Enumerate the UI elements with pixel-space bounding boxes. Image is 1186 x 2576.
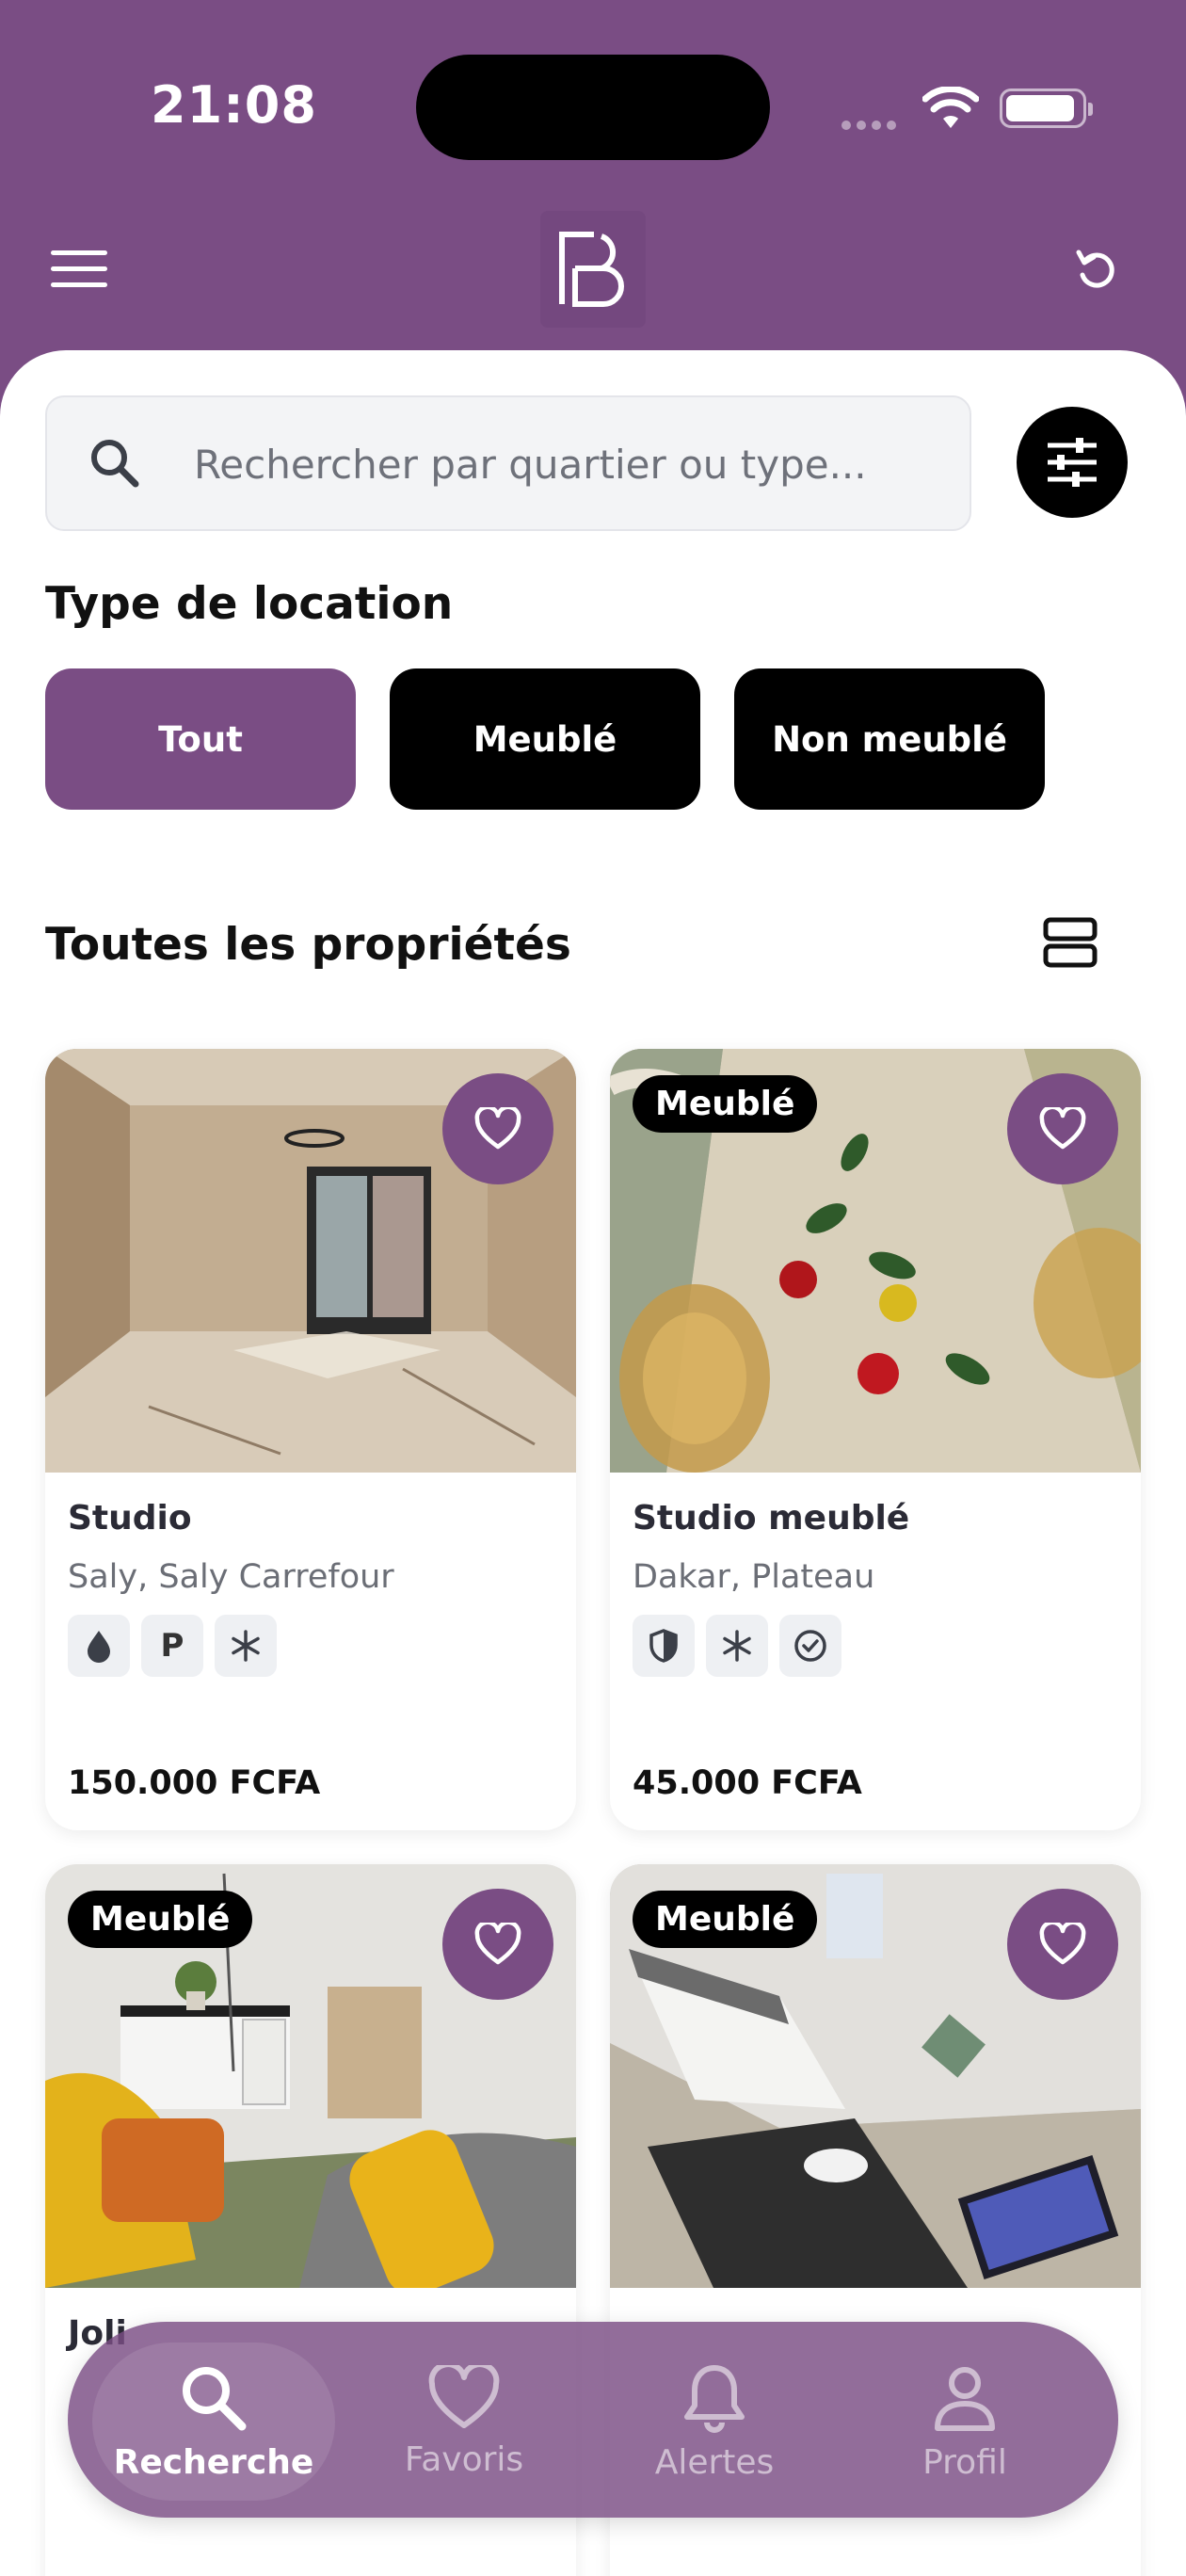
search-icon (87, 435, 143, 495)
list-view-icon (1043, 917, 1098, 968)
furnished-badge: Meublé (633, 1075, 818, 1133)
verified-check-icon (779, 1615, 841, 1677)
nav-alertes[interactable]: Alertes (593, 2343, 836, 2501)
amenities-list: P (68, 1615, 553, 1677)
water-drop-icon (68, 1615, 130, 1677)
property-card[interactable]: Meublé Studio meublé Dakar, Plateau 45.0… (610, 1049, 1141, 1830)
sliders-icon (1048, 438, 1097, 487)
favorite-button[interactable] (1007, 1073, 1118, 1184)
dynamic-island (416, 55, 770, 160)
property-photo: Meublé (610, 1049, 1141, 1473)
property-location: Dakar, Plateau (633, 1558, 875, 1596)
wifi-icon (922, 86, 980, 134)
security-shield-icon (633, 1615, 695, 1677)
parking-icon: P (141, 1615, 203, 1677)
furnished-badge: Meublé (68, 1891, 253, 1948)
logo-mark-icon (559, 232, 624, 307)
refresh-icon (1076, 250, 1114, 288)
bell-icon (684, 2364, 745, 2433)
content-sheet: Type de location Tout Meublé Non meublé … (0, 350, 1186, 2576)
amenities-list (633, 1615, 1118, 1677)
chip-meuble[interactable]: Meublé (390, 668, 700, 810)
search-input[interactable] (194, 431, 947, 497)
nav-label: Recherche (113, 2442, 314, 2482)
app-logo (540, 211, 646, 328)
nav-label: Profil (922, 2442, 1007, 2482)
search-icon (183, 2366, 247, 2430)
chip-tout[interactable]: Tout (45, 668, 356, 810)
property-photo: Meublé (610, 1864, 1141, 2288)
nav-favoris[interactable]: Favoris (343, 2343, 585, 2501)
heart-icon (428, 2364, 500, 2428)
heart-icon (1039, 1107, 1086, 1150)
property-card[interactable]: Studio Saly, Saly Carrefour P 150.000 FC… (45, 1049, 576, 1830)
refresh-button[interactable] (1071, 245, 1120, 294)
favorite-button[interactable] (442, 1889, 553, 2000)
nav-label: Favoris (404, 2439, 524, 2479)
nav-recherche[interactable]: Recherche (92, 2343, 335, 2501)
air-conditioning-icon (706, 1615, 768, 1677)
menu-button[interactable] (51, 250, 107, 292)
user-icon (935, 2366, 995, 2431)
air-conditioning-icon (215, 1615, 277, 1677)
search-bar[interactable] (45, 395, 971, 531)
all-properties-title: Toutes les propriétés (45, 919, 571, 971)
favorite-button[interactable] (442, 1073, 553, 1184)
furnished-badge: Meublé (633, 1891, 818, 1948)
status-bar: 21:08 (0, 0, 1186, 217)
heart-icon (474, 1107, 521, 1150)
heart-icon (1039, 1923, 1086, 1965)
status-time: 21:08 (151, 75, 317, 135)
property-price: 150.000 FCFA (68, 1764, 321, 1802)
property-photo: Meublé (45, 1864, 576, 2288)
nav-label: Alertes (654, 2442, 775, 2482)
battery-icon (1000, 89, 1093, 128)
bottom-navigation: Recherche Favoris Alertes Profil (68, 2322, 1118, 2518)
chip-non-meuble[interactable]: Non meublé (734, 668, 1045, 810)
property-photo (45, 1049, 576, 1473)
property-price: 45.000 FCFA (633, 1764, 862, 1802)
favorite-button[interactable] (1007, 1889, 1118, 2000)
property-info: Studio meublé Dakar, Plateau 45.000 FCFA (610, 1473, 1141, 1830)
property-title: Studio meublé (633, 1499, 910, 1538)
filter-button[interactable] (1017, 407, 1128, 518)
property-location: Saly, Saly Carrefour (68, 1558, 394, 1596)
view-toggle-button[interactable] (1043, 915, 1098, 970)
property-info: Studio Saly, Saly Carrefour P 150.000 FC… (45, 1473, 576, 1830)
cellular-signal-icon (841, 116, 902, 134)
property-title: Studio (68, 1499, 192, 1538)
rental-type-title: Type de location (45, 578, 454, 630)
nav-profil[interactable]: Profil (843, 2343, 1086, 2501)
heart-icon (474, 1923, 521, 1965)
